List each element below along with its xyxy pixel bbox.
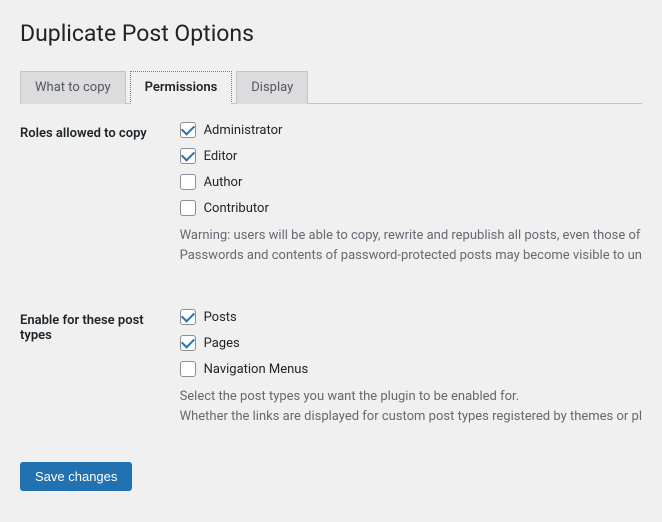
- roles-warning-line1: Warning: users will be able to copy, rew…: [180, 226, 642, 246]
- checkbox-administrator[interactable]: [180, 122, 196, 138]
- tab-display[interactable]: Display: [236, 71, 308, 104]
- checkbox-posts[interactable]: [180, 309, 196, 325]
- checkbox-pages[interactable]: [180, 335, 196, 351]
- label-contributor: Contributor: [204, 201, 269, 216]
- label-administrator: Administrator: [204, 123, 283, 138]
- checkbox-contributor[interactable]: [180, 200, 196, 216]
- label-editor: Editor: [204, 149, 238, 164]
- checkbox-nav-menus[interactable]: [180, 361, 196, 377]
- tab-nav: What to copy Permissions Display: [20, 71, 642, 104]
- post-types-desc-line1: Select the post types you want the plugi…: [180, 387, 642, 407]
- tab-what-to-copy[interactable]: What to copy: [20, 71, 126, 104]
- post-types-heading: Enable for these post types: [20, 309, 180, 446]
- roles-warning-line2: Passwords and contents of password-prote…: [180, 246, 642, 266]
- checkbox-author[interactable]: [180, 174, 196, 190]
- label-posts: Posts: [204, 310, 237, 325]
- post-types-desc-line2: Whether the links are displayed for cust…: [180, 407, 642, 427]
- checkbox-editor[interactable]: [180, 148, 196, 164]
- save-button[interactable]: Save changes: [20, 462, 132, 491]
- label-author: Author: [204, 175, 243, 190]
- tab-permissions[interactable]: Permissions: [130, 71, 233, 104]
- label-nav-menus: Navigation Menus: [204, 362, 309, 377]
- page-title: Duplicate Post Options: [20, 20, 642, 47]
- roles-heading: Roles allowed to copy: [20, 122, 180, 285]
- label-pages: Pages: [204, 336, 240, 351]
